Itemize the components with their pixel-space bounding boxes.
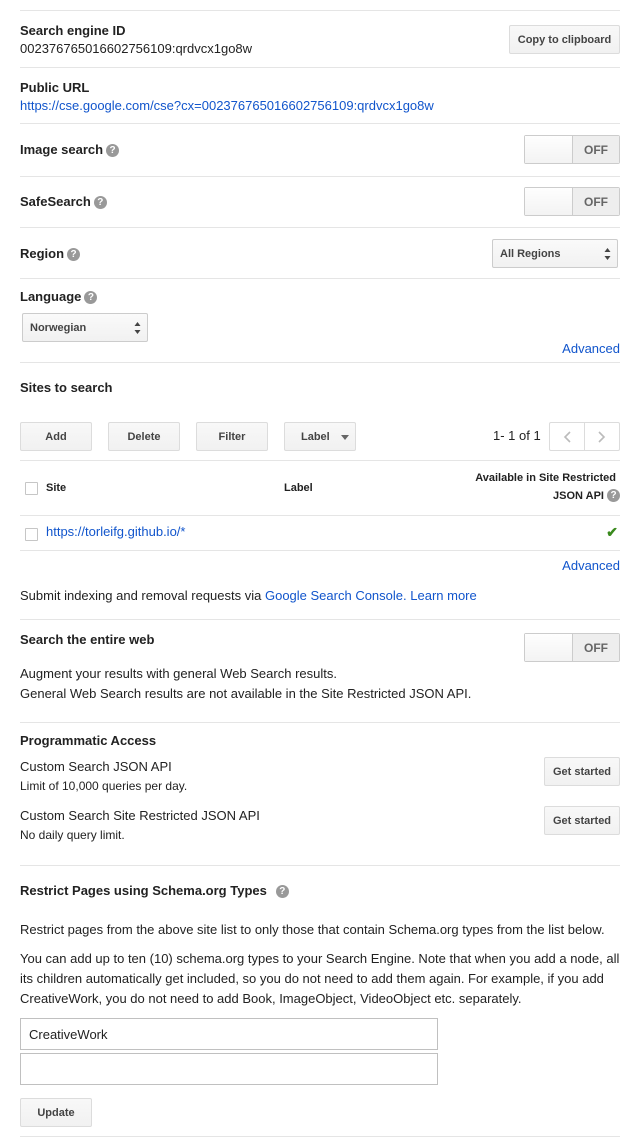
language-row: Language?	[20, 289, 98, 304]
region-select[interactable]: All Regions	[492, 239, 618, 268]
search-engine-id-label: Search engine ID	[20, 23, 126, 38]
pagination-text: 1- 1 of 1	[493, 428, 541, 443]
advanced-link[interactable]: Advanced	[562, 341, 620, 356]
region-select-value: All Regions	[500, 247, 561, 260]
toggle-state: OFF	[573, 634, 619, 661]
help-icon[interactable]: ?	[106, 144, 120, 157]
prev-page-button[interactable]	[549, 422, 585, 451]
schema-type-input-2[interactable]	[20, 1053, 438, 1085]
language-select-value: Norwegian	[30, 321, 87, 334]
schema-description-1: Restrict pages from the above site list …	[20, 922, 605, 937]
filter-button[interactable]: Filter	[196, 422, 268, 451]
divider	[20, 176, 620, 177]
divider	[20, 123, 620, 124]
entire-web-title: Search the entire web	[20, 632, 155, 647]
update-button[interactable]: Update	[20, 1098, 92, 1127]
image-search-toggle[interactable]: OFF	[524, 135, 620, 164]
chevron-left-icon	[563, 430, 571, 443]
help-icon[interactable]: ?	[67, 248, 81, 261]
search-engine-id-value: 002376765016602756109:qrdvcx1go8w	[20, 41, 253, 56]
public-url-link[interactable]: https://cse.google.com/cse?cx=0023767650…	[20, 98, 434, 113]
toggle-state: OFF	[573, 136, 619, 163]
help-icon[interactable]: ?	[93, 196, 107, 209]
column-header-available-line1: Available in Site Restricted	[475, 472, 616, 484]
delete-button[interactable]: Delete	[108, 422, 180, 451]
region-label: Region	[20, 246, 65, 261]
caret-down-icon	[341, 435, 349, 440]
get-started-site-restricted-button[interactable]: Get started	[544, 806, 620, 835]
image-search-label: Image search	[20, 142, 104, 157]
column-header-available-line2: JSON API?	[553, 489, 620, 502]
toggle-state: OFF	[573, 188, 619, 215]
custom-search-json-api-desc: Limit of 10,000 queries per day.	[20, 779, 188, 793]
schema-title: Restrict Pages using Schema.org Types	[20, 883, 267, 898]
help-icon[interactable]: ?	[607, 489, 620, 502]
divider	[20, 550, 620, 551]
toggle-knob	[525, 188, 573, 215]
divider	[20, 619, 620, 620]
divider	[20, 460, 620, 461]
next-page-button[interactable]	[584, 422, 620, 451]
site-restricted-api-desc: No daily query limit.	[20, 828, 125, 842]
site-restricted-api-name: Custom Search Site Restricted JSON API	[20, 808, 260, 823]
toggle-knob	[525, 634, 573, 661]
safesearch-label: SafeSearch	[20, 194, 91, 209]
safesearch-row: SafeSearch?	[20, 194, 107, 209]
divider	[20, 227, 620, 228]
column-header-label: Label	[284, 482, 313, 494]
help-icon[interactable]: ?	[84, 291, 98, 304]
sites-to-search-title: Sites to search	[20, 380, 113, 395]
chevron-right-icon	[598, 430, 606, 443]
entire-web-description-1: Augment your results with general Web Se…	[20, 666, 337, 681]
submit-requests-text: Submit indexing and removal requests via	[20, 588, 262, 603]
entire-web-description-2: General Web Search results are not avail…	[20, 686, 472, 701]
entire-web-toggle[interactable]: OFF	[524, 633, 620, 662]
schema-type-input-1[interactable]: CreativeWork	[20, 1018, 438, 1050]
safesearch-toggle[interactable]: OFF	[524, 187, 620, 216]
divider	[20, 67, 620, 68]
column-header-site: Site	[46, 482, 67, 494]
schema-title-row: Restrict Pages using Schema.org Types?	[20, 883, 289, 898]
available-check-icon: ✔	[606, 524, 618, 540]
divider	[20, 515, 620, 516]
learn-more-link[interactable]: Learn more	[410, 588, 476, 603]
select-all-checkbox[interactable]	[25, 482, 38, 495]
toggle-knob	[525, 136, 573, 163]
divider	[20, 865, 620, 866]
row-checkbox[interactable]	[25, 528, 38, 541]
programmatic-access-title: Programmatic Access	[20, 733, 157, 748]
select-arrows-icon	[134, 322, 141, 334]
add-button[interactable]: Add	[20, 422, 92, 451]
submit-requests-line: Submit indexing and removal requests via…	[20, 588, 477, 603]
divider	[20, 362, 620, 363]
divider	[20, 10, 620, 11]
custom-search-json-api-name: Custom Search JSON API	[20, 759, 172, 774]
help-icon[interactable]: ?	[275, 885, 289, 898]
image-search-row: Image search?	[20, 142, 120, 157]
google-search-console-link[interactable]: Google Search Console.	[265, 588, 407, 603]
language-select[interactable]: Norwegian	[22, 313, 148, 342]
select-arrows-icon	[604, 248, 611, 260]
language-label: Language	[20, 289, 82, 304]
site-link[interactable]: https://torleifg.github.io/*	[46, 524, 185, 539]
label-dropdown-text: Label	[301, 430, 330, 443]
label-dropdown-button[interactable]: Label	[284, 422, 356, 451]
divider	[20, 278, 620, 279]
public-url-label: Public URL	[20, 80, 90, 95]
advanced-link[interactable]: Advanced	[562, 558, 620, 573]
divider	[20, 722, 620, 723]
schema-description-2: You can add up to ten (10) schema.org ty…	[20, 951, 620, 1006]
region-row: Region?	[20, 246, 81, 261]
get-started-json-api-button[interactable]: Get started	[544, 757, 620, 786]
column-header-available-text: JSON API	[553, 490, 604, 502]
divider	[20, 1136, 620, 1137]
copy-to-clipboard-button[interactable]: Copy to clipboard	[509, 25, 620, 54]
